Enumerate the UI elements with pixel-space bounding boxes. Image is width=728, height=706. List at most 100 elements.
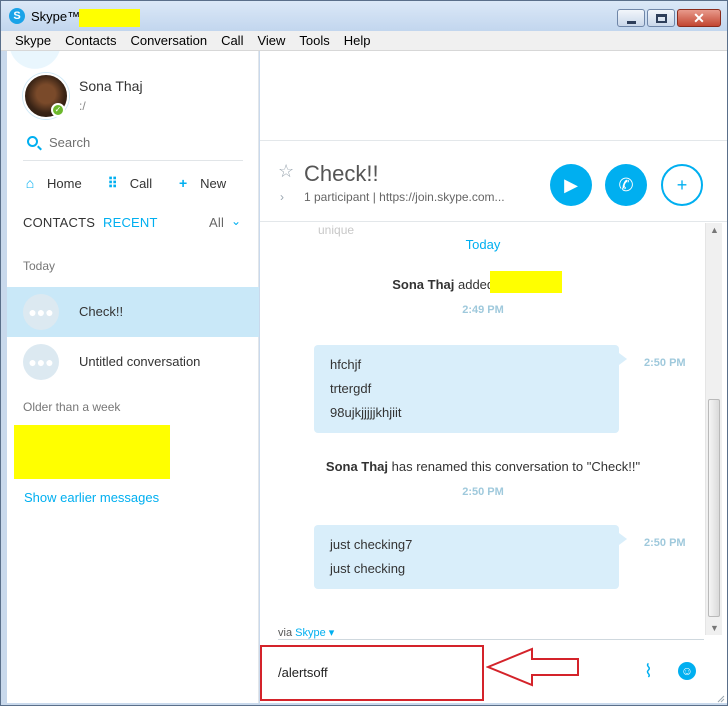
actor-name: Sona Thaj: [325, 459, 389, 474]
new-label: New: [200, 175, 227, 191]
tab-contacts[interactable]: CONTACTS: [23, 215, 95, 230]
tab-recent[interactable]: RECENT: [103, 215, 158, 230]
close-button[interactable]: ✕: [677, 9, 721, 27]
message-input-text: /alertsoff: [278, 665, 328, 680]
group-avatar: ●●●: [23, 294, 59, 330]
system-message-renamed: Sona Thaj has renamed this conversation …: [260, 459, 706, 474]
maximize-icon: [656, 14, 667, 23]
group-avatar: ●●●: [23, 344, 59, 380]
menu-view[interactable]: View: [257, 33, 285, 48]
conversation-pane: ☆ Check!! › 1 participant | https://join…: [260, 51, 727, 703]
filter-all-dropdown[interactable]: All: [209, 215, 224, 230]
section-older: Older than a week: [23, 400, 121, 414]
group-icon: ●●●: [28, 354, 54, 370]
redacted-contact-block: [14, 425, 170, 479]
message-bubble[interactable]: just checking7 just checking: [314, 525, 627, 589]
presence-online-icon: ✓: [51, 103, 65, 117]
skype-window: S Skype™ - ✕ Skype Contacts Conversation…: [0, 0, 728, 706]
video-call-button[interactable]: ▶: [550, 164, 592, 206]
home-button[interactable]: ⌂ Home: [23, 173, 82, 193]
annotation-arrow-icon: [486, 647, 579, 687]
message-timestamp: 2:49 PM: [462, 304, 504, 316]
window-controls: ✕: [617, 9, 721, 27]
scroll-down-icon[interactable]: ▼: [710, 623, 719, 633]
conversation-meta[interactable]: 1 participant | https://join.skype.com..…: [304, 190, 505, 204]
message-line: just checking: [330, 561, 406, 576]
conversation-title[interactable]: Check!!: [304, 161, 379, 187]
faded-message-text: unique: [318, 223, 355, 237]
actor-name: Sona Thaj: [392, 277, 455, 292]
maximize-button[interactable]: [647, 9, 675, 27]
menu-bar: Skype Contacts Conversation Call View To…: [1, 31, 727, 51]
profile-mood[interactable]: :/: [79, 99, 86, 113]
conversation-item-check[interactable]: ●●● Check!!: [7, 287, 259, 337]
conversation-item-untitled[interactable]: ●●● Untitled conversation: [7, 337, 259, 387]
conversation-header: ☆ Check!! › 1 participant | https://join…: [260, 142, 727, 222]
message-input[interactable]: /alertsoff: [260, 645, 484, 701]
message-line: trtergdf: [330, 381, 372, 396]
message-timestamp: 2:50 PM: [462, 486, 504, 498]
message-bubble[interactable]: hfchjf trtergdf 98ujkjjjjjkhjiit: [314, 345, 627, 433]
added-text: added: [457, 277, 495, 292]
section-today: Today: [23, 259, 56, 273]
star-icon[interactable]: ☆: [278, 161, 294, 182]
call-button[interactable]: ⠿ Call: [106, 173, 153, 193]
dialpad-icon: ⠿: [107, 174, 118, 191]
call-label: Call: [129, 175, 153, 191]
home-icon: ⌂: [25, 175, 35, 191]
chevron-down-icon[interactable]: ⌄: [231, 214, 241, 228]
message-timestamp: 2:50 PM: [644, 357, 686, 369]
menu-skype[interactable]: Skype: [15, 33, 51, 48]
via-service-name[interactable]: Skype: [295, 627, 326, 639]
list-tabs: CONTACTS RECENT All ⌄: [23, 214, 243, 235]
conversation-label: Untitled conversation: [79, 354, 201, 369]
menu-call[interactable]: Call: [221, 33, 243, 48]
message-history: unique Today Sona Thaj added 2:49 PM hfc…: [260, 223, 706, 671]
top-banner-area: [260, 51, 727, 141]
menu-help[interactable]: Help: [344, 33, 371, 48]
phone-icon: ✆: [618, 175, 634, 195]
chevron-down-icon[interactable]: ▾: [329, 627, 335, 639]
menu-tools[interactable]: Tools: [299, 33, 329, 48]
search-box: [23, 129, 243, 161]
add-person-icon: +: [676, 175, 688, 195]
audio-call-button[interactable]: ✆: [605, 164, 647, 206]
search-icon: [27, 136, 38, 147]
message-line: hfchjf: [330, 357, 362, 372]
compose-divider: [278, 639, 704, 640]
emoticon-icon[interactable]: ☺: [678, 662, 696, 680]
redacted-title-block: [79, 9, 140, 27]
new-button[interactable]: + New: [176, 173, 226, 193]
video-camera-icon: ▶: [564, 175, 578, 195]
home-label: Home: [47, 175, 82, 191]
via-service-selector[interactable]: via Skype ▾: [278, 626, 334, 639]
menu-contacts[interactable]: Contacts: [65, 33, 116, 48]
redacted-participant-block: [490, 271, 562, 293]
sidebar: ✓ Sona Thaj :/ ⌂ Home ⠿ Call + New CONTA…: [7, 51, 259, 703]
day-separator: Today: [465, 237, 501, 252]
system-message-added: Sona Thaj added: [260, 277, 706, 292]
show-earlier-messages-link[interactable]: Show earlier messages: [24, 490, 159, 505]
vertical-scrollbar[interactable]: ▲ ▼: [705, 223, 722, 635]
scroll-up-icon[interactable]: ▲: [710, 225, 719, 235]
rename-text: has renamed this conversation to "Check!…: [391, 459, 641, 474]
conversation-label: Check!!: [79, 304, 124, 319]
profile-name[interactable]: Sona Thaj: [79, 78, 143, 94]
group-icon: ●●●: [28, 304, 54, 320]
add-participant-button[interactable]: +: [661, 164, 703, 206]
message-timestamp: 2:50 PM: [644, 537, 686, 549]
search-input[interactable]: [49, 131, 239, 153]
minimize-button[interactable]: [617, 9, 645, 27]
skype-logo-icon: S: [9, 8, 25, 24]
scroll-thumb[interactable]: [708, 399, 720, 617]
via-label: via: [278, 627, 293, 639]
menu-conversation[interactable]: Conversation: [130, 33, 207, 48]
close-icon: ✕: [693, 10, 705, 26]
resize-grip-icon[interactable]: [715, 693, 725, 703]
chevron-right-icon[interactable]: ›: [280, 190, 284, 204]
minimize-icon: [627, 21, 636, 24]
message-line: 98ujkjjjjjkhjiit: [330, 405, 402, 420]
attach-file-icon[interactable]: ⌇: [644, 661, 653, 682]
plus-icon: +: [179, 175, 188, 191]
nav-row: ⌂ Home ⠿ Call + New: [23, 173, 253, 193]
